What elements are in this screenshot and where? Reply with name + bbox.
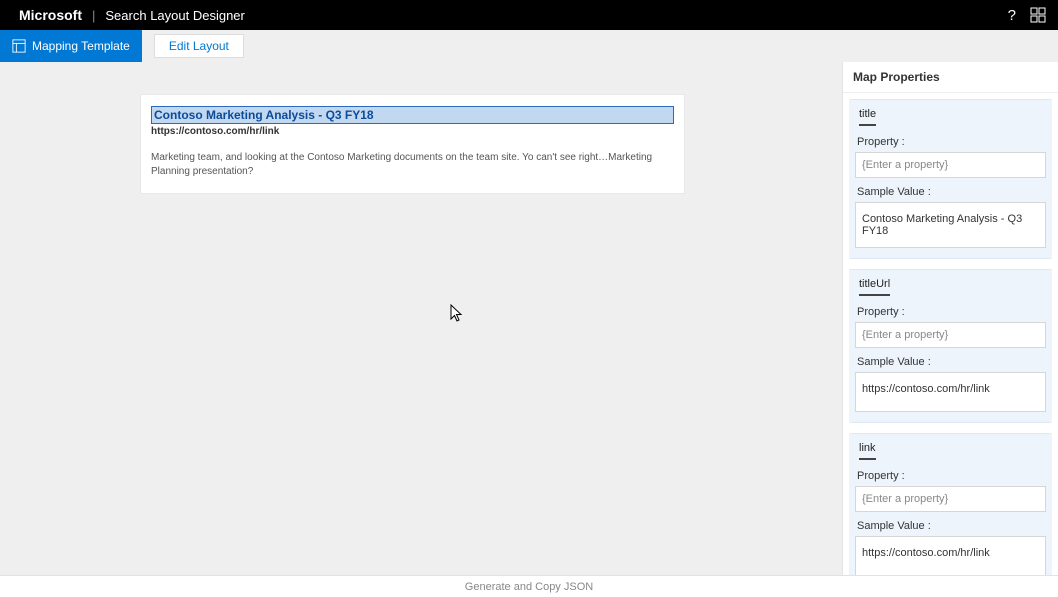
sample-value-title[interactable]: Contoso Marketing Analysis - Q3 FY18 (855, 202, 1046, 248)
map-properties-panel: Map Properties title Property : Sample V… (842, 62, 1058, 575)
microsoft-logo-icon (12, 15, 13, 16)
property-block-titleurl: titleUrl Property : Sample Value : https… (849, 269, 1052, 423)
edit-layout-button[interactable]: Edit Layout (154, 34, 244, 58)
tab-mapping-template[interactable]: Mapping Template (0, 30, 142, 62)
sample-value-label: Sample Value : (857, 520, 1046, 532)
result-preview-card[interactable]: Contoso Marketing Analysis - Q3 FY18 htt… (140, 94, 685, 194)
property-name-label: title (859, 108, 876, 126)
sample-value-label: Sample Value : (857, 186, 1046, 198)
property-name-label: link (859, 442, 876, 460)
mapping-template-icon (12, 39, 26, 53)
edit-layout-label: Edit Layout (169, 39, 229, 53)
property-block-link: link Property : Sample Value : https://c… (849, 433, 1052, 575)
result-url: https://contoso.com/hr/link (151, 126, 674, 137)
toolbar: Mapping Template Edit Layout (0, 30, 1058, 62)
property-input-link[interactable] (855, 486, 1046, 512)
brand-name: Microsoft (19, 7, 82, 23)
app-topbar: Microsoft | Search Layout Designer ? (0, 0, 1058, 30)
generate-json-button[interactable]: Generate and Copy JSON (0, 575, 1058, 597)
property-label: Property : (857, 136, 1046, 148)
property-label: Property : (857, 470, 1046, 482)
property-input-title[interactable] (855, 152, 1046, 178)
property-input-titleurl[interactable] (855, 322, 1046, 348)
sample-value-link[interactable]: https://contoso.com/hr/link (855, 536, 1046, 575)
generate-json-label: Generate and Copy JSON (465, 581, 593, 593)
preview-canvas: Contoso Marketing Analysis - Q3 FY18 htt… (0, 62, 842, 575)
property-block-title: title Property : Sample Value : Contoso … (849, 99, 1052, 259)
result-snippet: Marketing team, and looking at the Conto… (151, 151, 674, 179)
help-icon[interactable]: ? (1008, 7, 1016, 24)
result-title[interactable]: Contoso Marketing Analysis - Q3 FY18 (151, 106, 674, 124)
tab-mapping-template-label: Mapping Template (32, 39, 130, 53)
sample-value-titleurl[interactable]: https://contoso.com/hr/link (855, 372, 1046, 412)
property-name-label: titleUrl (859, 278, 890, 296)
app-launcher-icon[interactable] (1030, 7, 1046, 23)
property-label: Property : (857, 306, 1046, 318)
map-properties-heading: Map Properties (843, 62, 1058, 93)
title-divider: | (92, 8, 95, 23)
app-title: Search Layout Designer (105, 8, 244, 23)
sample-value-label: Sample Value : (857, 356, 1046, 368)
